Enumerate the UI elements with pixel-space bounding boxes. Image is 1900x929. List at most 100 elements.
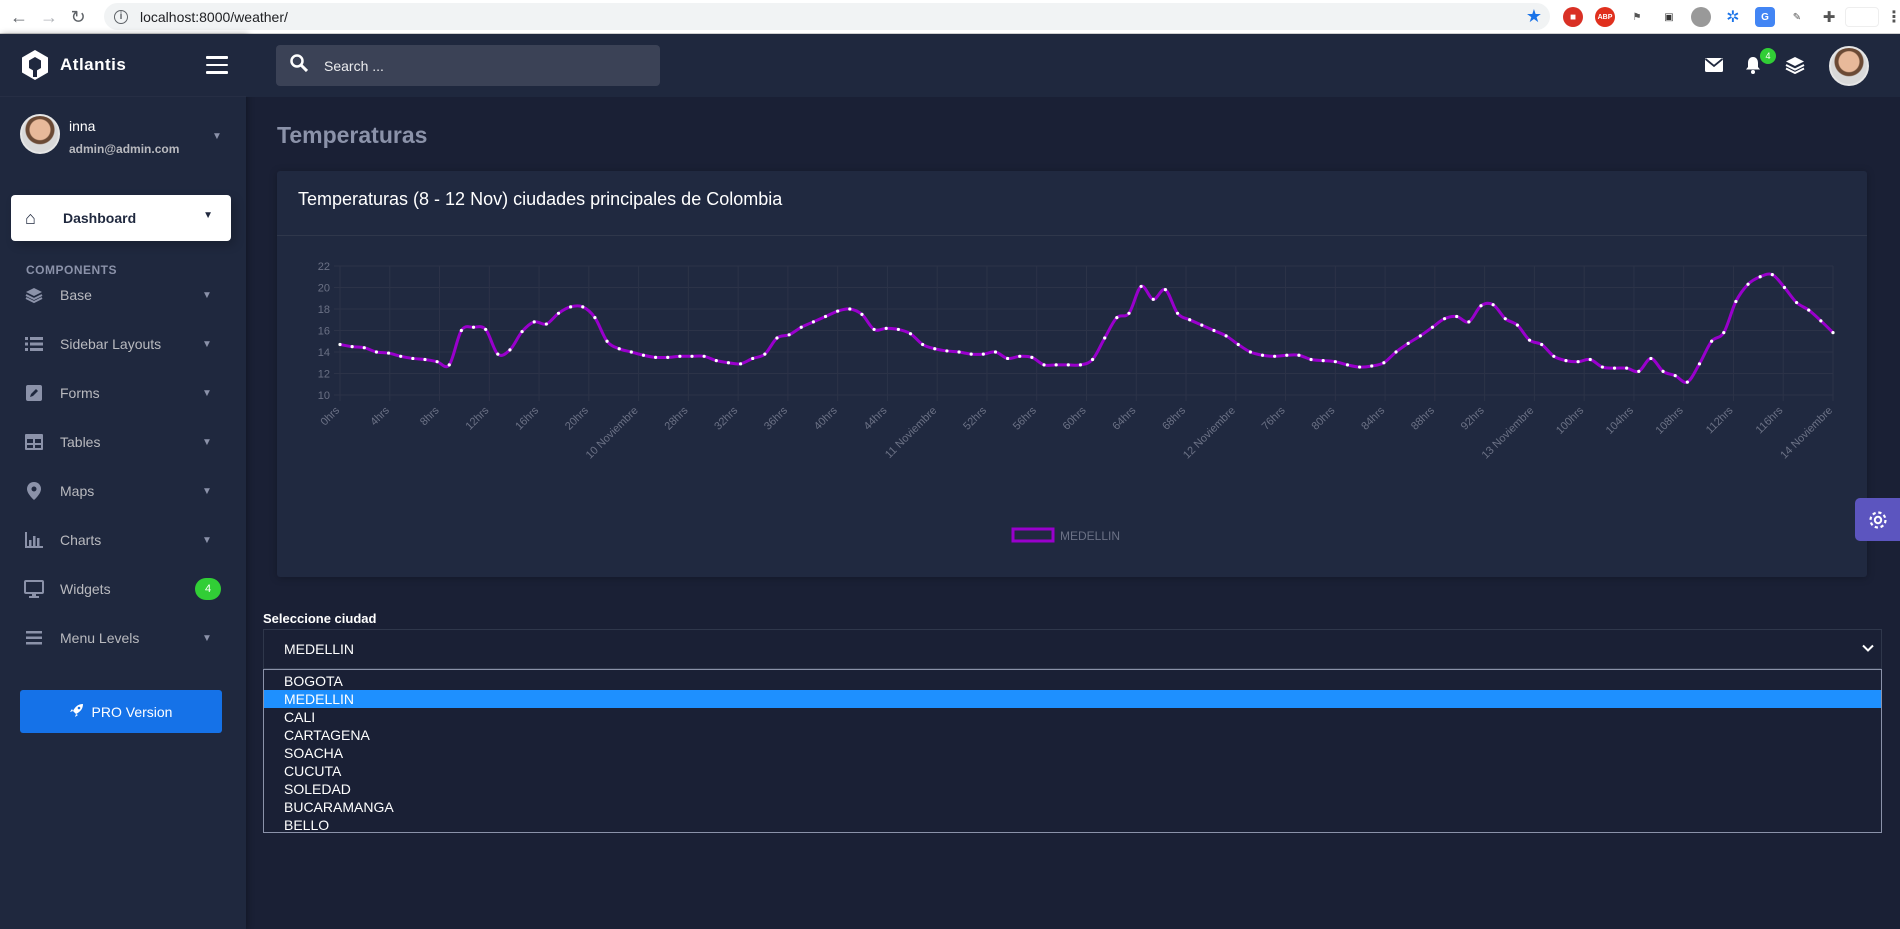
- chevron-down-icon[interactable]: [1861, 641, 1875, 655]
- city-option[interactable]: CUCUTA: [264, 762, 1881, 780]
- browser-nav: ← → ↻: [0, 8, 104, 26]
- city-select[interactable]: MEDELLIN: [263, 629, 1882, 669]
- data-point: [1600, 365, 1604, 369]
- extension-snowflake-icon[interactable]: ✲: [1723, 7, 1743, 27]
- extension-adblock-icon[interactable]: ABP: [1595, 7, 1615, 27]
- city-option[interactable]: CALI: [264, 708, 1881, 726]
- data-point: [1746, 282, 1750, 286]
- sidebar-item-base[interactable]: Base ▼: [0, 277, 246, 313]
- city-option[interactable]: BUCARAMANGA: [264, 798, 1881, 816]
- data-point: [605, 339, 609, 343]
- city-option[interactable]: SOACHA: [264, 744, 1881, 762]
- city-option[interactable]: BOGOTA: [264, 672, 1881, 690]
- data-point: [751, 356, 755, 361]
- extension-translate-icon[interactable]: G: [1755, 7, 1775, 27]
- sidebar-item-maps[interactable]: Maps ▼: [0, 473, 246, 509]
- list-icon: [24, 334, 44, 354]
- data-point: [969, 352, 973, 356]
- data-point: [678, 354, 682, 358]
- user-email: admin@admin.com: [69, 142, 180, 156]
- sidebar-item-sidebar-layouts[interactable]: Sidebar Layouts ▼: [0, 326, 246, 362]
- data-point: [1382, 361, 1386, 365]
- x-tick-label: 84hrs: [1359, 404, 1387, 432]
- data-point: [1139, 284, 1143, 289]
- x-tick-label: 80hrs: [1310, 404, 1338, 432]
- data-point: [823, 314, 828, 319]
- address-bar[interactable]: i localhost:8000/weather/ ★: [104, 3, 1550, 30]
- data-point: [884, 326, 888, 330]
- pro-version-button[interactable]: PRO Version: [20, 690, 222, 733]
- brand-name[interactable]: Atlantis: [60, 55, 126, 75]
- profile-icon[interactable]: [1845, 7, 1879, 27]
- extension-flag-icon[interactable]: ⚑: [1627, 7, 1647, 27]
- data-point: [1576, 360, 1580, 364]
- atlantis-logo-icon[interactable]: [20, 49, 50, 81]
- sidebar-item-widgets[interactable]: Widgets 4: [0, 571, 246, 607]
- extension-eyedropper-icon[interactable]: ✎: [1787, 7, 1807, 27]
- data-point: [1831, 331, 1835, 335]
- extension-stop-icon[interactable]: ■: [1563, 7, 1583, 27]
- search-input[interactable]: [324, 57, 644, 74]
- user-panel[interactable]: inna admin@admin.com ▼: [20, 114, 230, 164]
- sidebar-item-label: Widgets: [60, 581, 111, 597]
- data-point: [1212, 328, 1216, 333]
- user-avatar-button[interactable]: [1829, 46, 1869, 86]
- x-tick-label: 12 Noviembre: [1181, 405, 1238, 462]
- bookmark-star-icon[interactable]: ★: [1526, 6, 1542, 27]
- card-title: Temperaturas (8 - 12 Nov) ciudades princ…: [298, 189, 783, 209]
- extensions-puzzle-icon[interactable]: ✚: [1819, 7, 1839, 27]
- sidebar-item-forms[interactable]: Forms ▼: [0, 375, 246, 411]
- data-point: [556, 311, 561, 315]
- extension-circle-icon[interactable]: [1691, 7, 1711, 27]
- data-point: [1103, 336, 1107, 340]
- x-tick-label: 10 Noviembre: [584, 405, 641, 462]
- data-point: [908, 332, 913, 336]
- data-point: [423, 357, 427, 362]
- data-point: [617, 347, 621, 351]
- x-tick-label: 11 Noviembre: [883, 405, 939, 461]
- city-option[interactable]: MEDELLIN: [264, 690, 1881, 708]
- city-option[interactable]: SOLEDAD: [264, 780, 1881, 798]
- extension-pip-icon[interactable]: ▣: [1659, 7, 1679, 27]
- layers-icon[interactable]: [1783, 53, 1807, 77]
- chevron-down-icon[interactable]: ▼: [212, 131, 222, 142]
- sidebar-item-tables[interactable]: Tables ▼: [0, 424, 246, 460]
- pen-square-icon: [24, 383, 44, 403]
- data-point: [1309, 357, 1313, 362]
- x-tick-label: 13 Noviembre: [1480, 405, 1537, 462]
- search-icon[interactable]: [290, 54, 310, 77]
- data-point: [374, 350, 379, 354]
- site-info-icon[interactable]: i: [114, 9, 128, 24]
- reload-icon[interactable]: ↻: [70, 8, 86, 26]
- data-point: [653, 355, 658, 359]
- data-point: [386, 351, 391, 355]
- search-box[interactable]: [276, 45, 660, 86]
- forward-arrow-icon[interactable]: →: [40, 8, 58, 26]
- x-tick-label: 44hrs: [862, 404, 890, 432]
- data-point: [1006, 356, 1010, 361]
- sidebar-item-label: Menu Levels: [60, 630, 140, 646]
- sidebar-toggle-icon[interactable]: [206, 56, 228, 79]
- sidebar-item-label: Base: [60, 287, 92, 303]
- data-point: [1479, 304, 1483, 308]
- city-select-value: MEDELLIN: [284, 641, 355, 657]
- city-option[interactable]: CARTAGENA: [264, 726, 1881, 744]
- browser-menu-icon[interactable]: ⋮: [1884, 7, 1900, 27]
- sidebar-item-charts[interactable]: Charts ▼: [0, 522, 246, 558]
- city-option[interactable]: BELLO: [264, 816, 1881, 834]
- data-point: [581, 305, 585, 309]
- back-arrow-icon[interactable]: ←: [10, 8, 28, 26]
- data-point: [957, 350, 961, 354]
- sidebar-item-menu-levels[interactable]: Menu Levels ▼: [0, 620, 246, 656]
- data-point: [544, 322, 548, 326]
- envelope-icon[interactable]: [1702, 53, 1726, 77]
- data-point: [1321, 359, 1325, 363]
- sidebar-item-dashboard[interactable]: ⌂ Dashboard ▼: [11, 195, 231, 241]
- data-point: [1540, 342, 1544, 347]
- url-text: localhost:8000/weather/: [140, 8, 288, 25]
- x-tick-label: 20hrs: [563, 404, 591, 432]
- temperature-line-chart: 10 12 14 16 18 20 22 0hrs 4hrs 8hrs 12hrs 16hrs 20hr…: [318, 261, 1835, 543]
- settings-gear-icon[interactable]: [1855, 498, 1900, 541]
- data-point: [1345, 363, 1350, 367]
- chevron-down-icon: ▼: [203, 210, 213, 221]
